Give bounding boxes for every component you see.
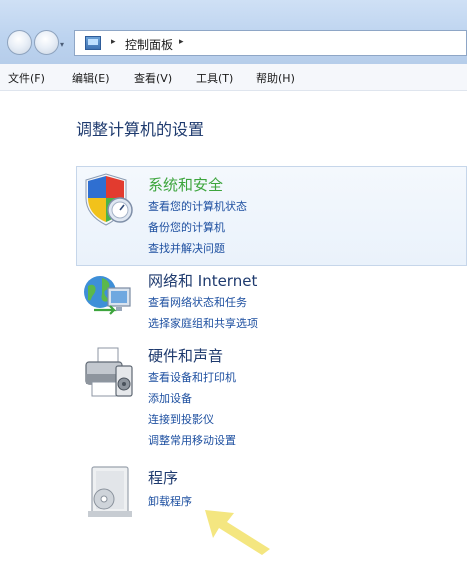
pointer-arrow-icon — [205, 510, 270, 555]
